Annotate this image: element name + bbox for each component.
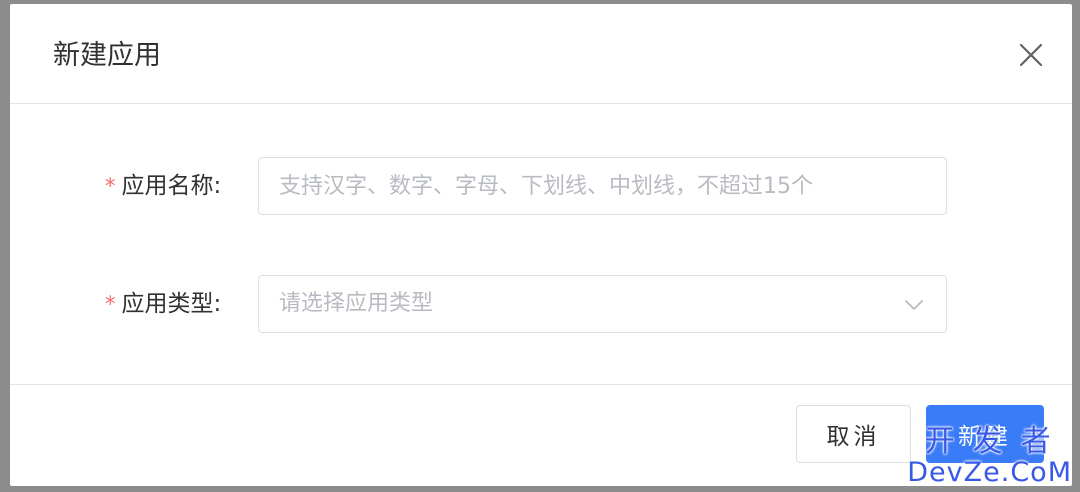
app-name-label: * 应用名称:: [105, 157, 253, 215]
dialog-body: *应用名称: *应用类型: 请选择应用类型: [10, 104, 1072, 385]
cancel-button[interactable]: 取消: [796, 405, 911, 463]
app-name-input[interactable]: [258, 157, 947, 215]
dialog-header: 新建应用: [10, 4, 1072, 104]
dialog-title: 新建应用: [53, 40, 161, 71]
new-app-dialog: 新建应用 *应用名称: *应用类型: 请选择应用类型: [10, 4, 1072, 486]
required-mark: *: [105, 292, 116, 316]
dialog-footer: 取消 新建: [10, 384, 1072, 486]
close-button[interactable]: [1016, 40, 1046, 70]
form-row-app-name: * 应用名称:: [10, 157, 1072, 215]
create-button[interactable]: 新建: [926, 405, 1044, 463]
close-icon: [1019, 43, 1043, 67]
app-type-placeholder: 请选择应用类型: [279, 291, 434, 316]
form-row-app-type: * 应用类型: 请选择应用类型: [10, 275, 1072, 333]
app-type-label: * 应用类型:: [105, 275, 253, 333]
app-type-select[interactable]: 请选择应用类型: [258, 275, 947, 333]
app-type-label-text: 应用类型:: [121, 291, 222, 317]
chevron-down-icon: [905, 300, 923, 310]
required-mark: *: [105, 174, 116, 198]
app-name-label-text: 应用名称:: [121, 173, 222, 199]
